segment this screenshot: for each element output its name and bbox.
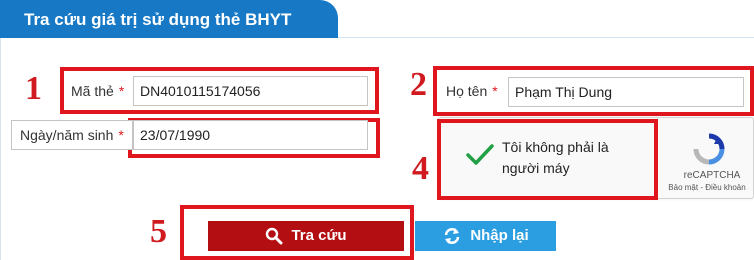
recaptcha-privacy-link[interactable]: Bảo mật: [668, 183, 698, 192]
full-name-label: Họ tên *: [446, 83, 498, 99]
full-name-input[interactable]: Phạm Thị Dung: [508, 77, 744, 107]
card-number-input[interactable]: DN4010115174056: [133, 76, 368, 106]
birth-date-input[interactable]: 23/07/1990: [133, 120, 368, 150]
birth-date-label: Ngày/năm sinh *: [11, 120, 133, 150]
required-mark: *: [118, 127, 124, 143]
refresh-icon: [445, 228, 460, 244]
annotation-number-1: 1: [25, 70, 42, 107]
panel-left-border: [0, 38, 1, 260]
search-icon: [266, 227, 283, 245]
recaptcha-brand: reCAPTCHA: [683, 170, 741, 181]
card-number-label: Mã thẻ *: [71, 83, 125, 99]
recaptcha-logo-icon: [692, 132, 726, 166]
recaptcha-terms-link[interactable]: Điều khoản: [705, 183, 745, 192]
highlight-box-recaptcha: [437, 119, 658, 200]
annotation-number-2: 2: [410, 66, 427, 103]
required-mark: *: [492, 83, 498, 99]
required-mark: *: [118, 83, 125, 99]
page-title: Tra cứu giá trị sử dụng thẻ BHYT: [0, 0, 338, 38]
annotation-number-4: 4: [412, 150, 429, 187]
annotation-number-5: 5: [150, 213, 167, 250]
search-button[interactable]: Tra cứu: [208, 221, 404, 251]
recaptcha-links: Bảo mật - Điều khoản: [668, 183, 746, 192]
reset-button[interactable]: Nhập lại: [415, 221, 556, 251]
